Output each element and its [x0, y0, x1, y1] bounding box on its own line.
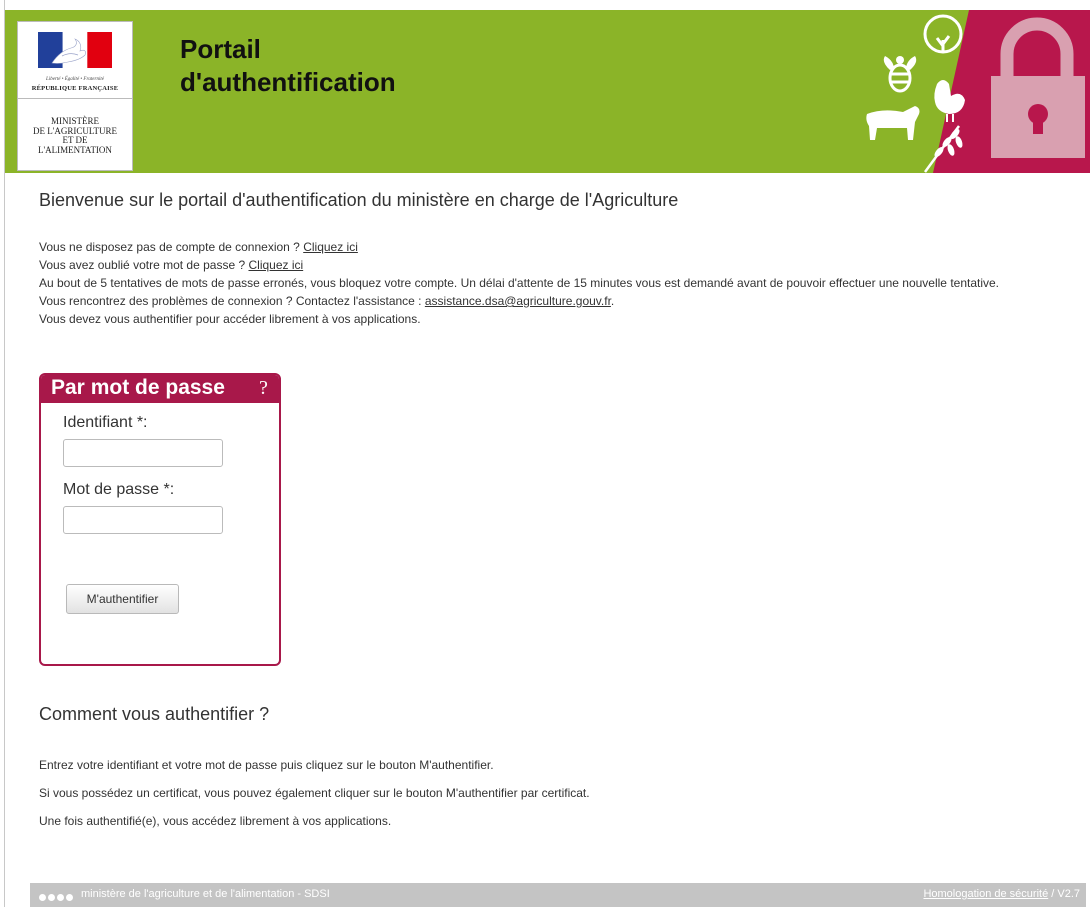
logo-divider: [18, 98, 132, 99]
password-label: Mot de passe *:: [63, 481, 175, 498]
page-title-line: d'authentification: [180, 67, 396, 97]
footer-text: ministère de l'agriculture et de l'alime…: [81, 888, 330, 900]
footer-right: Homologation de sécurité / V2.7: [923, 888, 1080, 900]
info-support-end: .: [610, 294, 615, 308]
page-title-line: Portail: [180, 34, 261, 64]
howto-line: Si vous possédez un certificat, vous pou…: [39, 786, 590, 800]
footer-dots-icon: [39, 892, 75, 904]
marianne-flag-icon: [38, 32, 112, 68]
panel-title: Par mot de passe: [51, 376, 225, 399]
logo-ministry-name: MINISTÈRE DE L'AGRICULTURE ET DE L'ALIME…: [18, 116, 132, 155]
cow-icon: [866, 106, 920, 140]
security-homologation-link[interactable]: Homologation de sécurité: [923, 888, 1048, 900]
logo-republic: RÉPUBLIQUE FRANÇAISE: [31, 85, 119, 92]
info-no-account-text: Vous ne disposez pas de compte de connex…: [39, 240, 300, 254]
tree-icon: [923, 14, 963, 54]
identifier-label: Identifiant *:: [63, 414, 148, 431]
logo-motto: Liberté • Égalité • Fraternité: [46, 77, 104, 82]
info-block: Vous ne disposez pas de compte de connex…: [39, 238, 1084, 328]
panel-header: Par mot de passe ?: [41, 375, 279, 403]
info-forgot-text: Vous avez oublié votre mot de passe ?: [39, 258, 246, 272]
page-title: Portail d'authentification: [180, 33, 396, 99]
howto-line: Entrez votre identifiant et votre mot de…: [39, 758, 494, 772]
info-line-support: Vous rencontrez des problèmes de connexi…: [39, 292, 1084, 310]
create-account-link[interactable]: Cliquez ici: [303, 240, 358, 254]
authenticate-button[interactable]: M'authentifier: [66, 584, 179, 614]
identifier-input[interactable]: [63, 439, 223, 467]
info-line-no-account: Vous ne disposez pas de compte de connex…: [39, 238, 1084, 256]
welcome-heading: Bienvenue sur le portail d'authentificat…: [39, 190, 679, 210]
password-login-panel: Par mot de passe ? Identifiant *: Mot de…: [39, 373, 281, 666]
help-icon[interactable]: ?: [259, 377, 268, 400]
bee-icon: [883, 56, 917, 93]
footer-version: / V2.7: [1048, 888, 1080, 900]
header-banner: Liberté • Égalité • Fraternité RÉPUBLIQU…: [5, 10, 1090, 173]
password-input[interactable]: [63, 506, 223, 534]
ministry-logo: Liberté • Égalité • Fraternité RÉPUBLIQU…: [17, 21, 133, 171]
support-email-link[interactable]: assistance.dsa@agriculture.gouv.fr: [425, 294, 611, 308]
info-lockout-text: Au bout de 5 tentatives de mots de passe…: [39, 276, 1000, 290]
logo-ministry-line: L'ALIMENTATION: [38, 144, 112, 155]
info-must-auth-text: Vous devez vous authentifier pour accéde…: [39, 312, 421, 326]
howto-heading: Comment vous authentifier ?: [39, 704, 270, 724]
info-support-text: Vous rencontrez des problèmes de connexi…: [39, 294, 422, 308]
howto-line: Une fois authentifié(e), vous accédez li…: [39, 814, 392, 828]
forgot-password-link[interactable]: Cliquez ici: [248, 258, 303, 272]
info-line-forgot: Vous avez oublié votre mot de passe ? Cl…: [39, 256, 1084, 274]
header-illustration: [866, 10, 1090, 173]
footer-bar: ministère de l'agriculture et de l'alime…: [30, 883, 1086, 907]
howto-text: Entrez votre identifiant et votre mot de…: [39, 751, 590, 835]
